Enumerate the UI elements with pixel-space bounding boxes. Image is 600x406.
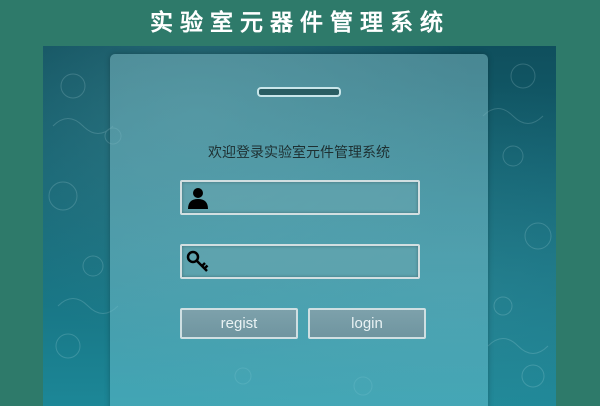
key-icon: [186, 250, 209, 272]
username-input[interactable]: [216, 186, 416, 212]
username-field[interactable]: [180, 180, 420, 215]
login-panel: 欢迎登录实验室元件管理系统 regist login: [110, 54, 488, 406]
password-input[interactable]: [216, 250, 416, 276]
user-icon: [188, 188, 208, 209]
background-scene: 欢迎登录实验室元件管理系统 regist login: [43, 46, 556, 406]
banner-title: 实验室元器件管理系统: [150, 10, 450, 36]
panel-handle: [257, 87, 341, 97]
password-field[interactable]: [180, 244, 420, 279]
welcome-text: 欢迎登录实验室元件管理系统: [208, 145, 390, 161]
login-button[interactable]: login: [308, 308, 426, 339]
regist-button[interactable]: regist: [180, 308, 298, 339]
